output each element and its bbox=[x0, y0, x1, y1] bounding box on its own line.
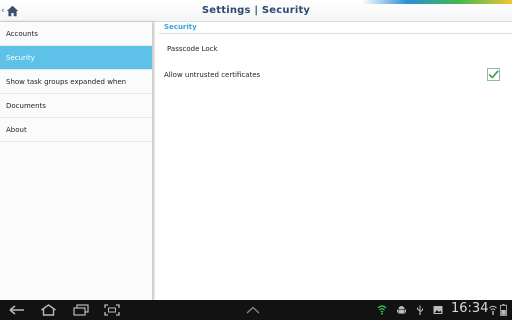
sidebar-item-security[interactable]: Security bbox=[0, 46, 152, 70]
back-icon[interactable] bbox=[9, 304, 25, 316]
passcode-lock-row[interactable]: Passcode Lock bbox=[155, 38, 512, 60]
battery-icon bbox=[500, 304, 507, 316]
settings-sidebar: Accounts Security Show task groups expan… bbox=[0, 22, 153, 300]
checkmark-icon bbox=[488, 70, 499, 79]
brand-accent-stripe bbox=[362, 0, 512, 4]
section-divider bbox=[159, 33, 512, 34]
status-clock: 16:34 bbox=[451, 301, 489, 316]
sidebar-item-documents[interactable]: Documents bbox=[0, 94, 152, 118]
untrusted-certificates-row[interactable]: Allow untrusted certificates bbox=[155, 64, 512, 86]
wifi-icon bbox=[489, 305, 497, 315]
system-navigation-bar: 16:34 bbox=[0, 300, 512, 320]
settings-app: ‹ Settings | Security Accounts Security … bbox=[0, 0, 512, 300]
passcode-lock-label: Passcode Lock bbox=[167, 45, 218, 53]
chevron-up-icon[interactable] bbox=[246, 306, 260, 314]
settings-detail-pane: Security Passcode Lock Allow untrusted c… bbox=[155, 22, 512, 300]
usb-icon bbox=[417, 305, 423, 315]
screenshot-icon[interactable] bbox=[104, 304, 120, 316]
section-title: Security bbox=[164, 23, 197, 31]
page-title: Settings | Security bbox=[201, 5, 311, 16]
vpn-shield-icon bbox=[377, 305, 387, 315]
sidebar-item-accounts[interactable]: Accounts bbox=[0, 22, 152, 46]
sidebar-item-task-groups[interactable]: Show task groups expanded when bbox=[0, 70, 152, 94]
action-bar: ‹ Settings | Security bbox=[0, 0, 512, 22]
gallery-icon bbox=[433, 306, 443, 314]
sidebar-item-about[interactable]: About bbox=[0, 118, 152, 142]
recent-apps-icon[interactable] bbox=[73, 304, 89, 316]
untrusted-certificates-label: Allow untrusted certificates bbox=[164, 71, 261, 79]
android-icon bbox=[397, 306, 406, 314]
untrusted-certificates-checkbox[interactable] bbox=[487, 68, 500, 81]
home-icon[interactable] bbox=[40, 304, 57, 316]
